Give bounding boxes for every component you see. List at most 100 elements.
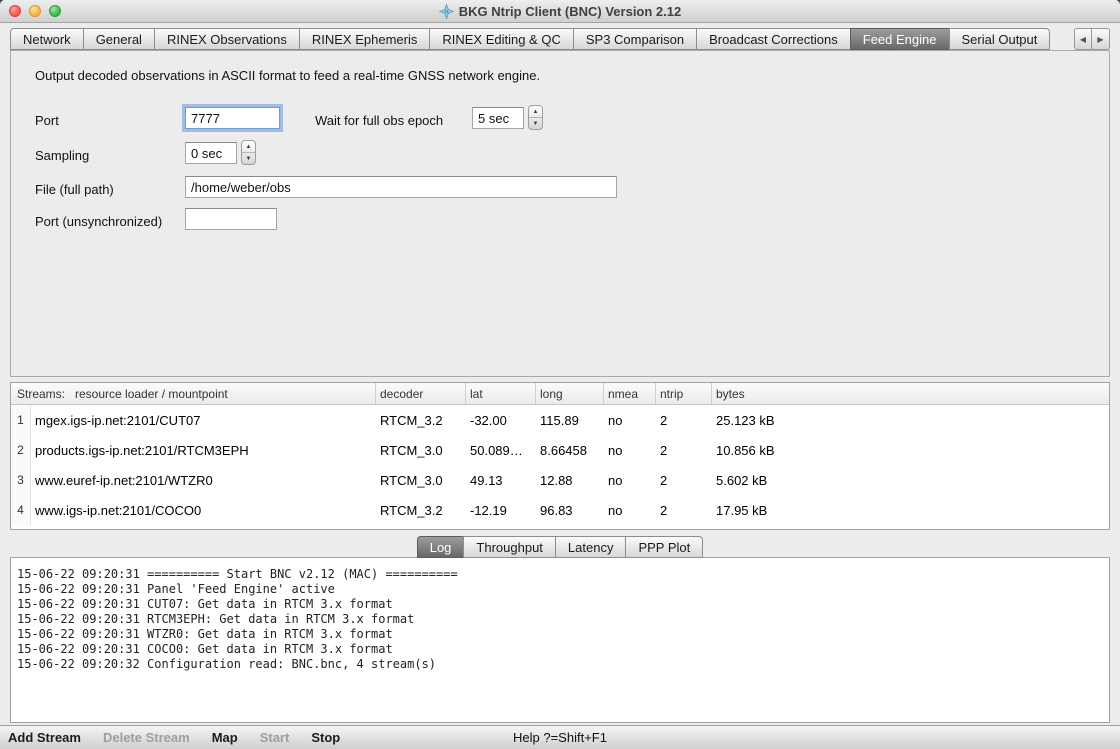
sampling-label: Sampling	[35, 148, 89, 163]
feed-engine-panel: Output decoded observations in ASCII for…	[10, 50, 1110, 377]
cell-ntrip: 2	[656, 405, 712, 435]
tab-scroll-buttons: ◀ ▶	[1074, 28, 1110, 50]
table-row[interactable]: 3 www.euref-ip.net:2101/WTZR0 RTCM_3.0 4…	[11, 465, 1109, 495]
sampling-input[interactable]	[185, 142, 237, 164]
header-decoder: decoder	[376, 383, 466, 404]
cell-bytes: 17.95 kB	[712, 495, 1109, 525]
log-view[interactable]: 15-06-22 09:20:31 ========== Start BNC v…	[10, 557, 1110, 723]
file-path-label: File (full path)	[35, 182, 114, 197]
cell-decoder: RTCM_3.0	[376, 435, 466, 465]
wait-epoch-label: Wait for full obs epoch	[315, 113, 443, 128]
window-title: BKG Ntrip Client (BNC) Version 2.12	[459, 4, 681, 19]
cell-mountpoint: mgex.igs-ip.net:2101/CUT07	[31, 405, 376, 435]
cell-lat: 49.13	[466, 465, 536, 495]
tab-scroll-left-button[interactable]: ◀	[1074, 28, 1092, 50]
cell-bytes: 25.123 kB	[712, 405, 1109, 435]
table-row[interactable]: 4 www.igs-ip.net:2101/COCO0 RTCM_3.2 -12…	[11, 495, 1109, 525]
log-line: 15-06-22 09:20:31 RTCM3EPH: Get data in …	[17, 612, 1103, 627]
row-number: 4	[11, 495, 31, 525]
wait-epoch-stepper[interactable]: ▲ ▼	[528, 105, 543, 130]
header-lat: lat	[466, 383, 536, 404]
tab-rinex-ephemeris[interactable]: RINEX Ephemeris	[299, 28, 429, 50]
tab-throughput[interactable]: Throughput	[463, 536, 555, 558]
minimize-window-button[interactable]	[29, 5, 41, 17]
header-nmea: nmea	[604, 383, 656, 404]
bnc-window: BKG Ntrip Client (BNC) Version 2.12 Netw…	[0, 0, 1120, 749]
cell-long: 96.83	[536, 495, 604, 525]
cell-lat: 50.089…	[466, 435, 536, 465]
tab-general[interactable]: General	[83, 28, 154, 50]
close-window-button[interactable]	[9, 5, 21, 17]
tab-feed-engine[interactable]: Feed Engine	[850, 28, 949, 50]
tab-network[interactable]: Network	[10, 28, 83, 50]
cell-nmea: no	[604, 495, 656, 525]
table-row[interactable]: 1 mgex.igs-ip.net:2101/CUT07 RTCM_3.2 -3…	[11, 405, 1109, 435]
row-number: 3	[11, 465, 31, 495]
cell-mountpoint: www.euref-ip.net:2101/WTZR0	[31, 465, 376, 495]
cell-long: 8.66458	[536, 435, 604, 465]
cell-ntrip: 2	[656, 495, 712, 525]
help-shortcut-label: Help ?=Shift+F1	[0, 730, 1120, 745]
bottom-toolbar: Help ?=Shift+F1 Add Stream Delete Stream…	[0, 725, 1120, 749]
window-controls	[9, 5, 61, 17]
header-long: long	[536, 383, 604, 404]
log-line: 15-06-22 09:20:31 COCO0: Get data in RTC…	[17, 642, 1103, 657]
main-tabbar: Network General RINEX Observations RINEX…	[0, 23, 1120, 50]
stepper-up-icon[interactable]: ▲	[242, 141, 255, 153]
cell-long: 115.89	[536, 405, 604, 435]
tab-serial-output[interactable]: Serial Output	[949, 28, 1051, 50]
cell-ntrip: 2	[656, 465, 712, 495]
cell-bytes: 10.856 kB	[712, 435, 1109, 465]
row-number: 1	[11, 405, 31, 435]
header-mountpoint: Streams: resource loader / mountpoint	[11, 383, 376, 404]
cell-nmea: no	[604, 405, 656, 435]
table-row[interactable]: 2 products.igs-ip.net:2101/RTCM3EPH RTCM…	[11, 435, 1109, 465]
cell-lat: -32.00	[466, 405, 536, 435]
port-label: Port	[35, 113, 59, 128]
tab-latency[interactable]: Latency	[555, 536, 626, 558]
cell-long: 12.88	[536, 465, 604, 495]
cell-decoder: RTCM_3.2	[376, 495, 466, 525]
stepper-up-icon[interactable]: ▲	[529, 106, 542, 118]
cell-decoder: RTCM_3.2	[376, 405, 466, 435]
title-wrap: BKG Ntrip Client (BNC) Version 2.12	[439, 4, 681, 19]
cell-bytes: 5.602 kB	[712, 465, 1109, 495]
sampling-stepper[interactable]: ▲ ▼	[241, 140, 256, 165]
tab-log[interactable]: Log	[417, 536, 464, 558]
streams-table-header: Streams: resource loader / mountpoint de…	[11, 383, 1109, 405]
cell-nmea: no	[604, 435, 656, 465]
log-line: 15-06-22 09:20:31 WTZR0: Get data in RTC…	[17, 627, 1103, 642]
cell-mountpoint: www.igs-ip.net:2101/COCO0	[31, 495, 376, 525]
bottom-tabbar: Log Throughput Latency PPP Plot	[10, 536, 1110, 558]
tab-rinex-observations[interactable]: RINEX Observations	[154, 28, 299, 50]
panel-description: Output decoded observations in ASCII for…	[35, 68, 540, 83]
wait-epoch-input[interactable]	[472, 107, 524, 129]
log-line: 15-06-22 09:20:32 Configuration read: BN…	[17, 657, 1103, 672]
tab-scroll-right-button[interactable]: ▶	[1092, 28, 1110, 50]
cell-nmea: no	[604, 465, 656, 495]
port-unsync-input[interactable]	[185, 208, 277, 230]
tab-rinex-editing-qc[interactable]: RINEX Editing & QC	[429, 28, 573, 50]
header-ntrip: ntrip	[656, 383, 712, 404]
log-line: 15-06-22 09:20:31 ========== Start BNC v…	[17, 567, 1103, 582]
streams-table: Streams: resource loader / mountpoint de…	[10, 382, 1110, 530]
bnc-app-icon	[439, 4, 454, 19]
port-input[interactable]	[185, 107, 280, 129]
stepper-down-icon[interactable]: ▼	[242, 153, 255, 164]
stepper-down-icon[interactable]: ▼	[529, 118, 542, 129]
row-number: 2	[11, 435, 31, 465]
zoom-window-button[interactable]	[49, 5, 61, 17]
chevron-right-icon: ▶	[1097, 35, 1103, 44]
log-line: 15-06-22 09:20:31 CUT07: Get data in RTC…	[17, 597, 1103, 612]
cell-decoder: RTCM_3.0	[376, 465, 466, 495]
tab-ppp-plot[interactable]: PPP Plot	[625, 536, 703, 558]
tab-broadcast-corrections[interactable]: Broadcast Corrections	[696, 28, 850, 50]
port-unsync-label: Port (unsynchronized)	[35, 214, 162, 229]
header-bytes: bytes	[712, 383, 1109, 404]
titlebar: BKG Ntrip Client (BNC) Version 2.12	[0, 0, 1120, 23]
tab-sp3-comparison[interactable]: SP3 Comparison	[573, 28, 696, 50]
cell-ntrip: 2	[656, 435, 712, 465]
bottom-panel: Log Throughput Latency PPP Plot 15-06-22…	[10, 536, 1110, 723]
cell-mountpoint: products.igs-ip.net:2101/RTCM3EPH	[31, 435, 376, 465]
file-path-input[interactable]	[185, 176, 617, 198]
